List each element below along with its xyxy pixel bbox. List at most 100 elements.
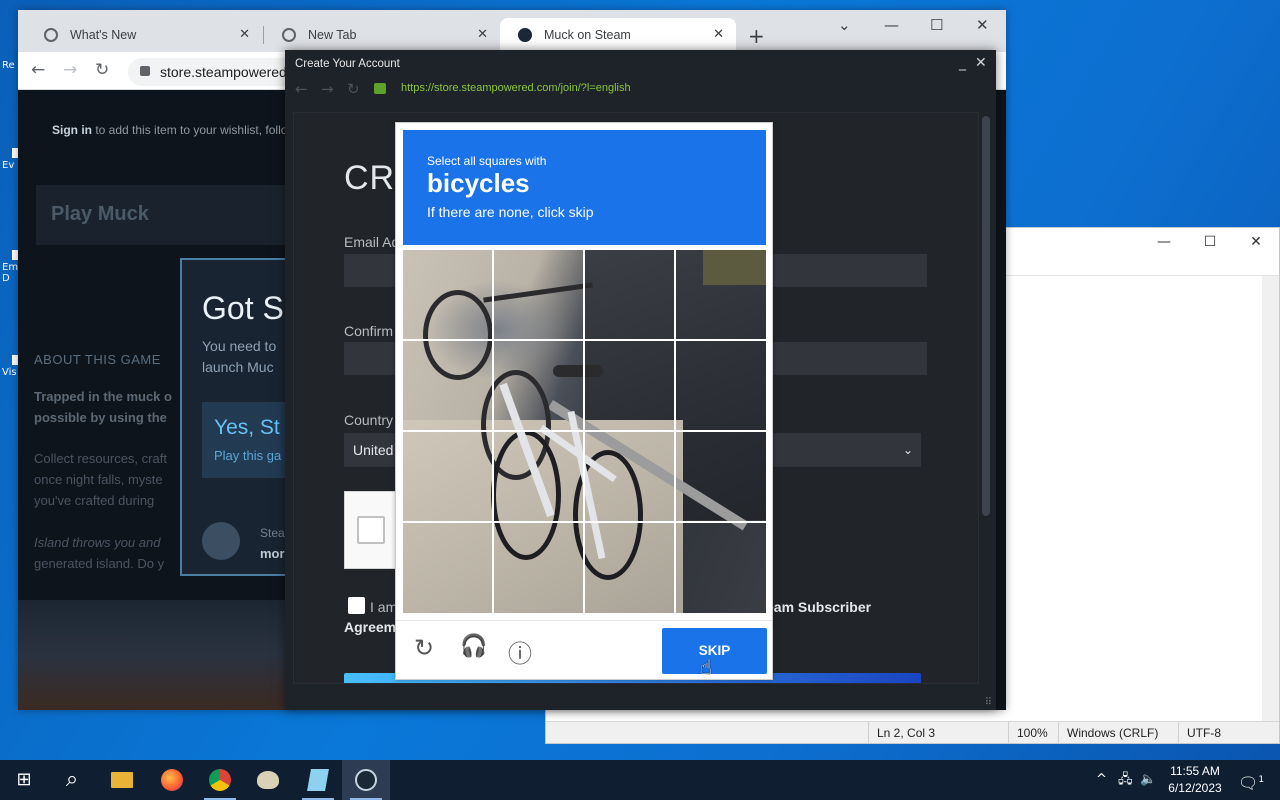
show-hidden-icons-button[interactable]: ^ <box>1096 760 1107 800</box>
volume-icon[interactable]: 🔈 <box>1140 760 1156 800</box>
lock-icon <box>374 83 386 94</box>
reload-button[interactable]: ↻ <box>347 80 360 98</box>
sign-in-link[interactable]: Sign in <box>52 123 92 137</box>
reload-icon[interactable]: ↻ <box>414 634 434 662</box>
notepad-icon[interactable] <box>294 760 342 800</box>
back-button[interactable]: ← <box>31 60 45 80</box>
chevron-down-icon: ⌄ <box>902 443 913 457</box>
challenge-header: Select all squares with bicycles If ther… <box>403 130 766 245</box>
clock-time: 11:55 AM <box>1170 764 1220 778</box>
new-tab-button[interactable]: + <box>748 24 765 48</box>
agree-checkbox[interactable] <box>348 597 365 614</box>
vertical-scrollbar[interactable] <box>1262 276 1279 721</box>
bicycle-wheel <box>423 290 493 380</box>
tab-muck-on-steam[interactable]: Muck on Steam ✕ <box>500 18 736 52</box>
wishlist-text: to add this item to your wishlist, follo <box>92 123 288 137</box>
forward-button[interactable]: → <box>63 60 77 80</box>
minimize-button[interactable]: — <box>884 16 899 34</box>
encoding: UTF-8 <box>1178 722 1280 744</box>
headphones-icon[interactable]: 🎧 <box>460 634 487 659</box>
dialog-text-line: launch Muc <box>202 359 274 375</box>
tab-title: What's New <box>70 28 137 42</box>
scrollbar-thumb[interactable] <box>982 116 990 516</box>
notification-count: 1 <box>1258 775 1265 785</box>
lock-icon <box>140 66 150 76</box>
grid-line <box>403 521 766 523</box>
country-value: United <box>353 442 394 458</box>
minimize-button[interactable]: — <box>1141 228 1187 256</box>
zoom-level: 100% <box>1008 722 1058 744</box>
chrome-icon <box>282 28 296 42</box>
game-artwork <box>18 600 318 710</box>
vertical-scrollbar[interactable] <box>979 112 993 684</box>
tab-close-icon[interactable]: ✕ <box>713 18 724 52</box>
taskbar: ⊞ ⌕ ^ 🖧 🔈 11:55 AM 6/12/2023 🗨1 <box>0 760 1280 800</box>
tab-close-icon[interactable]: ✕ <box>477 18 488 52</box>
tab-new-tab[interactable]: New Tab ✕ <box>264 18 500 52</box>
yes-title: Yes, St <box>214 416 280 439</box>
country-label: Country <box>344 412 394 428</box>
line-ending: Windows (CRLF) <box>1058 722 1178 744</box>
back-button[interactable]: ← <box>295 80 308 98</box>
desktop-icon-label: Vis <box>2 367 17 378</box>
recaptcha-checkbox[interactable] <box>357 516 385 544</box>
status-bar: Ln 2, Col 3 100% Windows (CRLF) UTF-8 <box>546 721 1280 744</box>
clock-date: 6/12/2023 <box>1168 781 1222 795</box>
close-button[interactable]: ✕ <box>976 16 989 34</box>
file-explorer-icon[interactable] <box>98 760 146 800</box>
grid-line <box>403 430 766 432</box>
dialog-text-line: You need to <box>202 338 277 354</box>
popup-url: https://store.steampowered.com/join/?l=e… <box>401 82 631 94</box>
reload-button[interactable]: ↻ <box>95 60 109 80</box>
challenge-image-grid <box>403 250 766 613</box>
more-link[interactable]: mor <box>260 546 285 561</box>
paint-icon[interactable] <box>244 760 292 800</box>
steam-logo-icon <box>202 522 240 560</box>
tab-strip: What's New ✕ New Tab ✕ Muck on Steam ✕ +… <box>18 10 1006 52</box>
steam-icon <box>518 28 532 42</box>
recaptcha-challenge: Select all squares with bicycles If ther… <box>395 122 773 680</box>
hand-cursor-icon: ☝ <box>700 655 713 679</box>
info-icon[interactable]: ⓘ <box>508 634 532 669</box>
steam-text: Stea <box>260 526 285 540</box>
challenge-footer: ↻ 🎧 ⓘ SKIP <box>396 620 772 679</box>
skip-button[interactable]: SKIP <box>662 628 767 674</box>
tab-title: Muck on Steam <box>544 28 631 42</box>
email-label: Email Ad <box>344 234 400 250</box>
cursor-position: Ln 2, Col 3 <box>868 722 1008 744</box>
maximize-button[interactable]: ☐ <box>930 16 943 34</box>
search-icon[interactable]: ⌕ <box>48 760 96 800</box>
firefox-icon[interactable] <box>148 760 196 800</box>
play-game-banner: Play Muck <box>36 185 304 245</box>
popup-title: Create Your Account <box>295 58 400 70</box>
bicycle-seat <box>553 365 603 377</box>
subscriber-agreement-link[interactable]: eam Subscriber <box>766 599 871 615</box>
tab-close-icon[interactable]: ✕ <box>239 18 250 52</box>
grid-line <box>403 339 766 341</box>
minimize-button[interactable]: _ <box>959 55 966 71</box>
tab-search-icon[interactable]: ⌄ <box>838 16 851 34</box>
start-button[interactable]: ⊞ <box>0 760 48 800</box>
agree-text: I am <box>370 599 398 615</box>
close-button[interactable]: ✕ <box>975 55 987 71</box>
maximize-button[interactable]: ☐ <box>1187 228 1233 256</box>
steam-icon[interactable] <box>342 760 390 800</box>
network-icon[interactable]: 🖧 <box>1118 760 1133 800</box>
wishlist-notice: Sign in to add this item to your wishlis… <box>52 123 287 137</box>
clock[interactable]: 11:55 AM 6/12/2023 <box>1160 763 1230 797</box>
tab-title: New Tab <box>308 28 357 42</box>
close-button[interactable]: ✕ <box>1233 228 1279 256</box>
play-title: Play Muck <box>51 203 149 225</box>
challenge-target: bicycles <box>427 168 530 198</box>
chrome-icon[interactable] <box>196 760 244 800</box>
bicycle-handlebar <box>483 282 593 303</box>
confirm-email-label: Confirm <box>344 323 394 339</box>
agreement-text: Agreem <box>344 619 397 635</box>
challenge-hint: If there are none, click skip <box>427 204 594 220</box>
desktop-icon-label: D <box>2 273 10 284</box>
desktop-icon-label: Ev <box>2 160 15 171</box>
resize-grip-icon[interactable]: ⠿ <box>985 697 992 708</box>
notifications-icon[interactable]: 🗨1 <box>1238 760 1264 800</box>
tab-whats-new[interactable]: What's New ✕ <box>26 18 262 52</box>
forward-button[interactable]: → <box>321 80 334 98</box>
